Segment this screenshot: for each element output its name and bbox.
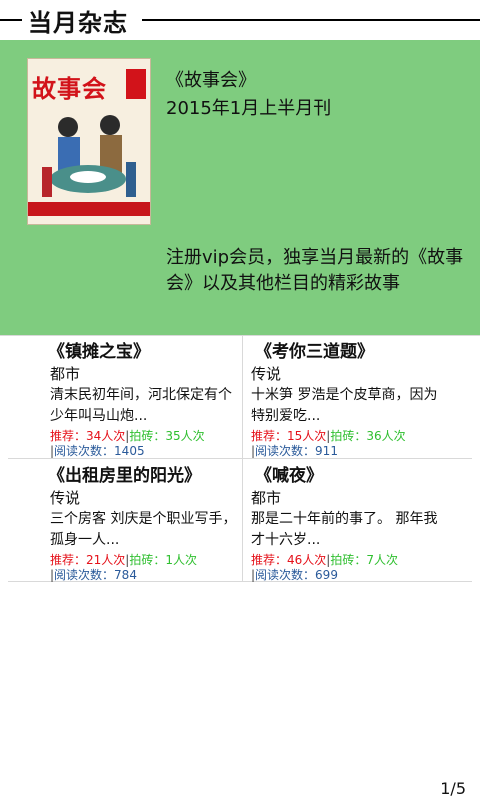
featured-magazine-panel[interactable]: 故事会 《故事会》 2015年1月上半月刊 注册vip会员，独享当月最新的《故事… <box>0 40 480 335</box>
story-category: 都市 <box>50 365 81 383</box>
brick-count: 拍砖：35人次 <box>129 429 205 443</box>
read-count-text: 阅读次数：1405 <box>54 444 145 458</box>
story-title[interactable]: 《镇摊之宝》 <box>48 337 150 362</box>
story-category: 传说 <box>50 489 81 507</box>
story-category: 传说 <box>251 365 282 383</box>
cover-illustration <box>42 115 136 197</box>
story-excerpt: 三个房客 刘庆是个职业写手，孤身一人... <box>50 511 237 548</box>
recommend-count: 推荐：21人次 <box>50 553 126 567</box>
story-category: 都市 <box>251 489 282 507</box>
story-excerpt: 清末民初年间，河北保定有个少年叫马山炮... <box>50 387 232 424</box>
vip-promo-text[interactable]: 注册vip会员，独享当月最新的《故事会》以及其他栏目的精彩故事 <box>166 245 471 297</box>
magazine-cover-image[interactable]: 故事会 <box>27 58 151 225</box>
header-rule-left <box>0 19 22 21</box>
read-count-text: 阅读次数：699 <box>255 568 338 582</box>
story-excerpt: 那是二十年前的事了。 那年我才十六岁... <box>251 511 438 548</box>
story-excerpt: 十米笋 罗浩是个皮草商，因为特别爱吃... <box>251 387 438 424</box>
recommend-count: 推荐：15人次 <box>251 429 327 443</box>
read-count-text: 阅读次数：784 <box>54 568 137 582</box>
story-title[interactable]: 《考你三道题》 <box>255 337 374 362</box>
cover-badge <box>126 69 146 99</box>
story-card[interactable]: 《喊夜》 都市 那是二十年前的事了。 那年我才十六岁... 推荐：46人次|拍砖… <box>243 459 475 583</box>
read-count: |阅读次数：911 <box>251 442 338 459</box>
page-indicator: 1/5 <box>440 779 466 798</box>
recommend-count: 推荐：46人次 <box>251 553 327 567</box>
header-bar: 当月杂志 <box>0 0 480 40</box>
read-count: |阅读次数：784 <box>50 566 137 583</box>
brick-count: 拍砖：36人次 <box>330 429 406 443</box>
story-card[interactable]: 《考你三道题》 传说 十米笋 罗浩是个皮草商，因为特别爱吃... 推荐：15人次… <box>243 335 475 459</box>
read-count: |阅读次数：699 <box>251 566 338 583</box>
story-title[interactable]: 《喊夜》 <box>255 461 323 486</box>
cover-brand: 故事会 <box>32 74 107 103</box>
brick-count: 拍砖：1人次 <box>129 553 197 567</box>
brick-count: 拍砖：7人次 <box>330 553 398 567</box>
story-title[interactable]: 《出租房里的阳光》 <box>48 461 201 486</box>
page-title: 当月杂志 <box>28 9 128 37</box>
read-count: |阅读次数：1405 <box>50 442 145 459</box>
magazine-issue: 2015年1月上半月刊 <box>166 98 332 119</box>
recommend-count: 推荐：34人次 <box>50 429 126 443</box>
header-rule-right <box>142 19 480 21</box>
magazine-title: 《故事会》 <box>166 70 256 91</box>
story-card[interactable]: 《镇摊之宝》 都市 清末民初年间，河北保定有个少年叫马山炮... 推荐：34人次… <box>8 335 240 459</box>
story-card[interactable]: 《出租房里的阳光》 传说 三个房客 刘庆是个职业写手，孤身一人... 推荐：21… <box>8 459 240 583</box>
read-count-text: 阅读次数：911 <box>255 444 338 458</box>
cover-banner <box>28 202 150 216</box>
